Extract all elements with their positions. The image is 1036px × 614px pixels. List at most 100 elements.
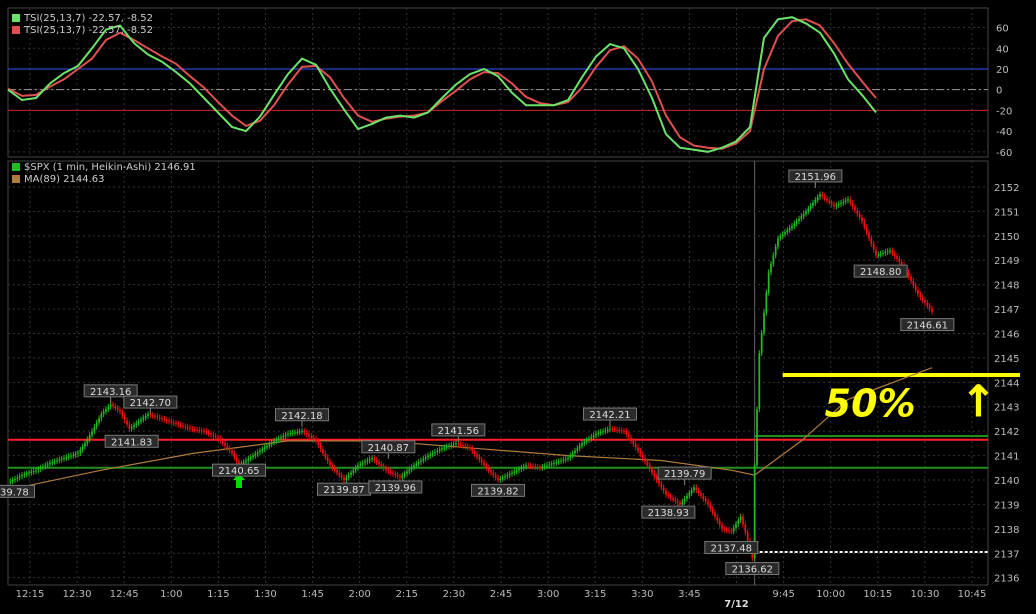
tsi-y-tick-label: 20	[996, 65, 1009, 76]
candle-body	[214, 436, 217, 438]
x-tick-label: 3:30	[631, 589, 653, 600]
candle-body	[289, 433, 292, 435]
candle-body	[891, 250, 894, 254]
candle-body	[595, 433, 597, 436]
candle-body	[301, 431, 303, 433]
candle-body	[261, 449, 264, 451]
tsi-y-tick-label: 0	[996, 86, 1002, 97]
candle-body	[842, 201, 845, 203]
legend-swatch	[12, 163, 20, 171]
candle-body	[196, 429, 198, 431]
candle-body	[756, 409, 758, 466]
candle-body	[77, 453, 79, 455]
candle-body	[620, 430, 623, 432]
candle-body	[667, 494, 670, 497]
x-tick-label: 12:45	[110, 589, 139, 600]
candle-body	[634, 444, 637, 448]
candle-body	[784, 232, 786, 235]
candle-body	[627, 434, 630, 438]
candle-body	[91, 431, 93, 436]
candle-body	[128, 424, 131, 429]
candle-body	[711, 508, 714, 513]
price-y-tick-label: 2151	[994, 207, 1019, 218]
candle-body	[830, 202, 833, 205]
candle-body	[746, 532, 749, 541]
candle-body	[95, 422, 98, 427]
candle-body	[102, 411, 105, 415]
candle-body	[553, 462, 555, 464]
candle-body	[107, 406, 110, 410]
candle-body	[46, 464, 49, 466]
candle-body	[322, 449, 324, 454]
candle-body	[732, 527, 735, 532]
candle-body	[228, 448, 231, 451]
price-y-tick-label: 2137	[994, 549, 1019, 560]
candle-body	[436, 450, 439, 452]
candle-body	[233, 453, 236, 458]
x-tick-label: 1:45	[301, 589, 323, 600]
price-y-tick-label: 2140	[994, 476, 1019, 487]
legend-swatch	[12, 14, 20, 22]
price-label-text: 2139.78	[0, 487, 29, 498]
candle-body	[653, 472, 656, 477]
price-label-text: 2139.79	[664, 469, 705, 480]
candle-body	[539, 467, 541, 469]
candle-body	[844, 200, 847, 202]
legend-text: MA(89) 2144.63	[24, 174, 105, 185]
candle-body	[310, 436, 313, 438]
candle-body	[618, 429, 621, 431]
candle-body	[870, 238, 873, 244]
candle-body	[793, 223, 796, 227]
candle-body	[900, 261, 903, 265]
candle-body	[424, 457, 427, 459]
candle-body	[168, 420, 170, 422]
candle-body	[30, 471, 33, 473]
price-label-text: 2140.87	[368, 443, 409, 454]
candle-body	[581, 443, 583, 446]
candle-body	[359, 464, 362, 466]
x-tick-label: 1:15	[207, 589, 229, 600]
candle-body	[366, 460, 369, 462]
candle-body	[471, 448, 474, 452]
candle-body	[58, 459, 61, 461]
candle-body	[249, 457, 252, 459]
candle-body	[772, 255, 775, 264]
candle-body	[389, 471, 392, 473]
candle-body	[555, 462, 558, 464]
candle-body	[207, 432, 210, 434]
candle-body	[737, 520, 740, 524]
candle-body	[56, 460, 58, 462]
candle-body	[623, 430, 625, 432]
candle-body	[625, 431, 628, 435]
candle-body	[312, 437, 315, 440]
candle-body	[788, 228, 791, 231]
candle-body	[11, 480, 14, 482]
candle-body	[226, 445, 229, 449]
candle-body	[914, 285, 917, 290]
candle-body	[464, 445, 467, 447]
candle-body	[847, 199, 849, 201]
candle-body	[828, 200, 831, 203]
handwritten-annotation: 50%	[825, 382, 916, 426]
price-label: 2148.80	[853, 264, 908, 278]
price-y-tick-label: 2139	[994, 500, 1019, 511]
candle-body	[212, 434, 215, 437]
candle-body	[39, 467, 42, 470]
candle-body	[287, 433, 289, 435]
candle-body	[462, 445, 464, 446]
price-label: 2140.65	[212, 463, 266, 477]
candle-body	[863, 221, 866, 227]
candle-body	[856, 210, 859, 214]
candle-body	[336, 470, 338, 473]
candle-body	[548, 464, 551, 466]
candle-body	[665, 490, 667, 495]
candle-body	[898, 259, 901, 262]
candle-body	[65, 457, 68, 459]
legend-swatch	[12, 175, 20, 183]
candle-body	[478, 456, 481, 460]
candle-body	[681, 501, 684, 505]
price-label: 2139.78	[0, 484, 35, 498]
candle-body	[123, 415, 126, 421]
candle-body	[16, 477, 19, 479]
price-y-tick-label: 2147	[994, 305, 1019, 316]
